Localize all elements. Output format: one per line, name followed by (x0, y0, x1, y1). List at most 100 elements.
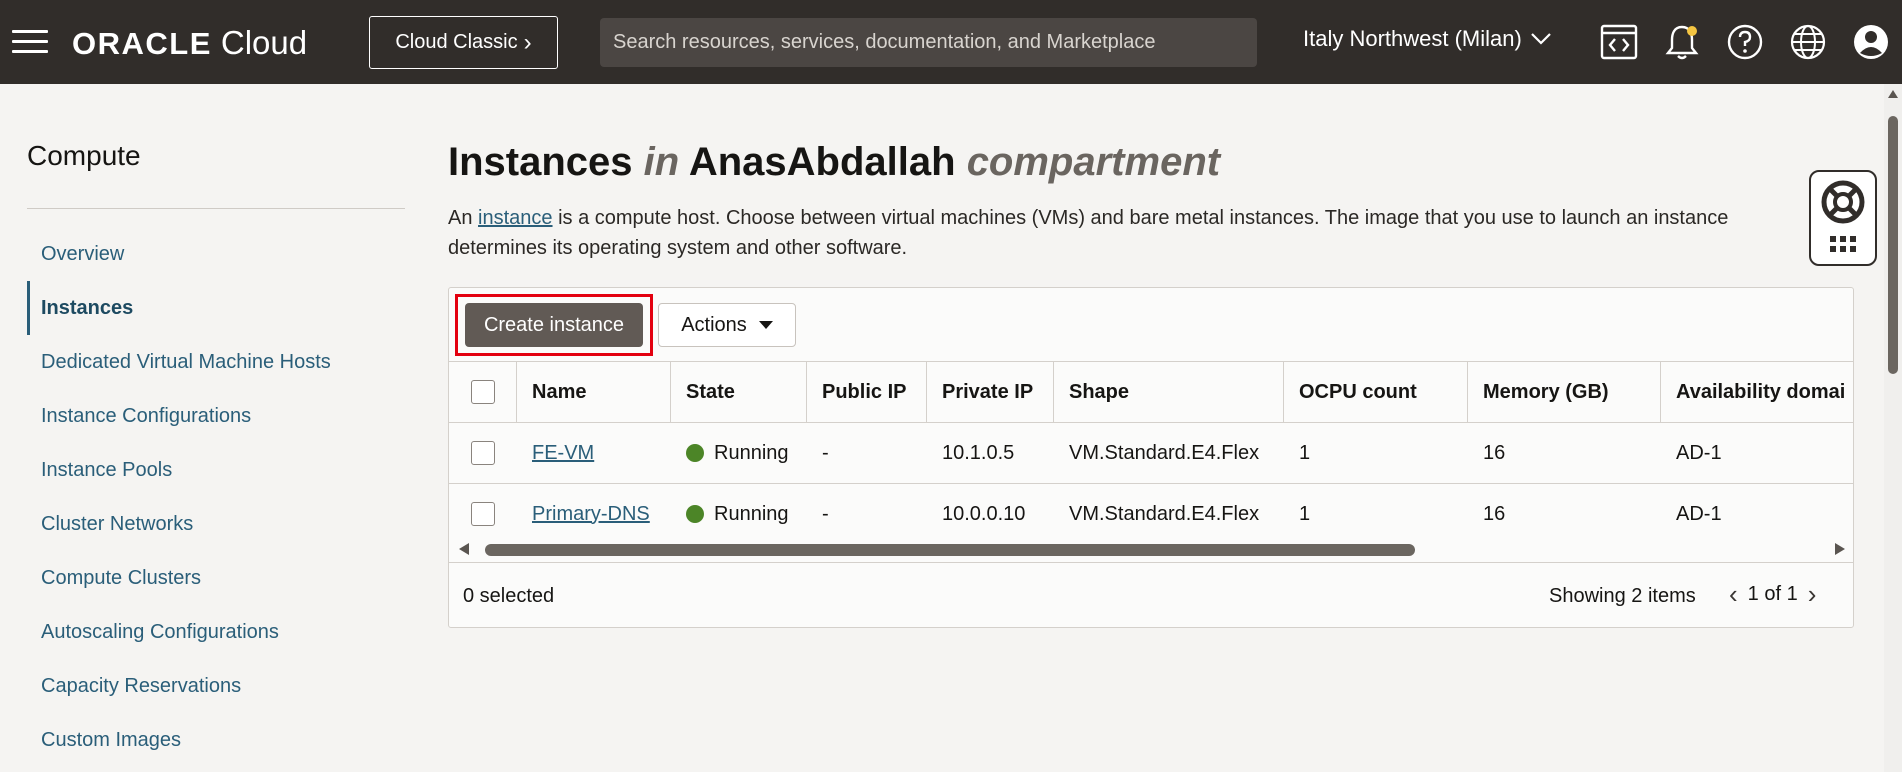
user-icon[interactable] (1851, 22, 1891, 62)
globe-icon[interactable] (1788, 22, 1828, 62)
region-label: Italy Northwest (Milan) (1303, 26, 1522, 51)
shape-cell: VM.Standard.E4.Flex (1069, 502, 1260, 525)
selected-count: 0 selected (463, 585, 555, 607)
caret-down-icon (758, 321, 773, 329)
top-navigation-bar: ORACLE Cloud Cloud Classic › Italy North… (0, 0, 1902, 84)
memory-cell: 16 (1483, 502, 1506, 525)
running-status-icon (686, 444, 704, 462)
scroll-up-arrow-icon[interactable] (1888, 90, 1898, 98)
column-header-availability-domain[interactable]: Availability domai (1661, 362, 1853, 422)
search-input[interactable] (600, 18, 1257, 67)
desc-before: An (448, 207, 479, 229)
chevron-down-icon (1531, 33, 1551, 45)
instance-state-cell: Running (671, 484, 807, 544)
table-toolbar: Create instance Actions (449, 288, 1853, 362)
create-instance-button[interactable]: Create instance (465, 303, 643, 347)
help-widget-button[interactable] (1809, 170, 1877, 266)
sidebar-item-instance-pools[interactable]: Instance Pools (27, 443, 405, 497)
actions-label: Actions (681, 313, 747, 336)
column-header-public-ip[interactable]: Public IP (807, 362, 927, 422)
column-header-memory[interactable]: Memory (GB) (1468, 362, 1661, 422)
ocpu-cell: 1 (1299, 502, 1311, 525)
instance-name-cell: FE-VM (517, 423, 671, 483)
instance-doc-link[interactable]: instance (478, 207, 553, 229)
table-row: FE-VM Running - 10.1.0.5 VM.Standard.E4.… (449, 423, 1853, 484)
developer-tools-icon[interactable] (1599, 22, 1639, 62)
table-footer: 0 selected Showing 2 items ‹ 1 of 1 › (449, 562, 1853, 627)
title-instances: Instances (448, 140, 633, 184)
sidebar-item-capacity-reservations[interactable]: Capacity Reservations (27, 659, 405, 713)
row-checkbox[interactable] (471, 441, 495, 465)
title-compartment-name: AnasAbdallah (688, 140, 956, 184)
sidebar-item-compute-clusters[interactable]: Compute Clusters (27, 551, 405, 605)
title-in: in (643, 140, 680, 184)
cloud-classic-button[interactable]: Cloud Classic › (369, 16, 558, 69)
header-select-all-cell (449, 362, 517, 422)
sidebar-item-instance-configurations[interactable]: Instance Configurations (27, 389, 405, 443)
hamburger-menu-icon[interactable] (12, 30, 48, 54)
sidebar-list: Overview Instances Dedicated Virtual Mac… (27, 227, 405, 767)
shape-cell: VM.Standard.E4.Flex (1069, 441, 1260, 464)
logo-oracle-text: ORACLE (72, 26, 212, 61)
cloud-classic-label: Cloud Classic (395, 31, 518, 53)
vertical-scroll-thumb[interactable] (1888, 116, 1898, 374)
row-checkbox-cell (449, 484, 517, 544)
help-icon[interactable] (1725, 22, 1765, 62)
ocpu-cell: 1 (1299, 441, 1311, 464)
chevron-right-icon: › (523, 28, 532, 56)
instances-table-panel: Create instance Actions Name State Publi… (448, 287, 1854, 628)
title-compartment-suffix: compartment (966, 140, 1221, 184)
private-ip-cell: 10.1.0.5 (942, 441, 1015, 464)
availability-domain-cell: AD-1 (1676, 441, 1722, 464)
page-vertical-scrollbar[interactable] (1884, 84, 1902, 772)
row-checkbox[interactable] (471, 502, 495, 526)
table-row: Primary-DNS Running - 10.0.0.10 VM.Stand… (449, 484, 1853, 545)
availability-domain-cell: AD-1 (1676, 502, 1722, 525)
column-header-shape[interactable]: Shape (1054, 362, 1284, 422)
table-header-row: Name State Public IP Private IP Shape OC… (449, 362, 1853, 423)
instances-table: Name State Public IP Private IP Shape OC… (449, 362, 1853, 545)
sidebar-item-overview[interactable]: Overview (27, 227, 405, 281)
public-ip-cell: - (822, 441, 829, 464)
region-selector[interactable]: Italy Northwest (Milan) (1303, 26, 1552, 52)
bell-icon[interactable] (1662, 22, 1702, 62)
horizontal-scroll-thumb[interactable] (485, 544, 1415, 556)
column-header-private-ip[interactable]: Private IP (927, 362, 1054, 422)
instance-state-cell: Running (671, 423, 807, 483)
instance-state-text: Running (714, 441, 789, 464)
column-header-name[interactable]: Name (517, 362, 671, 422)
page-indicator: 1 of 1 (1747, 582, 1798, 605)
sidebar-item-custom-images[interactable]: Custom Images (27, 713, 405, 767)
sidebar-title: Compute (27, 140, 405, 209)
scroll-right-arrow-icon[interactable] (1835, 543, 1845, 555)
public-ip-cell: - (822, 502, 829, 525)
row-checkbox-cell (449, 423, 517, 483)
desc-after: is a compute host. Choose between virtua… (448, 207, 1729, 259)
pagination: ‹ 1 of 1 › (1729, 581, 1816, 607)
previous-page-icon[interactable]: ‹ (1729, 581, 1738, 607)
page-title: Instances in AnasAbdallah compartment (448, 140, 1220, 185)
actions-dropdown-button[interactable]: Actions (658, 303, 796, 347)
next-page-icon[interactable]: › (1808, 581, 1817, 607)
showing-items-count: Showing 2 items (1549, 585, 1696, 607)
select-all-checkbox[interactable] (470, 380, 495, 404)
instance-name-cell: Primary-DNS (517, 484, 671, 544)
instance-state-text: Running (714, 502, 789, 525)
sidebar-item-dedicated-vm-hosts[interactable]: Dedicated Virtual Machine Hosts (27, 335, 405, 389)
column-header-state[interactable]: State (671, 362, 807, 422)
sidebar-item-instances[interactable]: Instances (27, 281, 405, 335)
page-description: An instance is a compute host. Choose be… (448, 203, 1808, 263)
scroll-left-arrow-icon[interactable] (459, 543, 469, 555)
table-horizontal-scrollbar[interactable] (449, 538, 1853, 562)
sidebar-item-autoscaling-configurations[interactable]: Autoscaling Configurations (27, 605, 405, 659)
column-header-ocpu-count[interactable]: OCPU count (1284, 362, 1468, 422)
instance-name-link[interactable]: Primary-DNS (532, 503, 650, 526)
sidebar-item-cluster-networks[interactable]: Cluster Networks (27, 497, 405, 551)
lifebuoy-icon (1821, 180, 1865, 252)
compute-sidebar: Compute Overview Instances Dedicated Vir… (27, 140, 405, 767)
memory-cell: 16 (1483, 441, 1506, 464)
oracle-cloud-logo[interactable]: ORACLE Cloud (72, 24, 307, 64)
instance-name-link[interactable]: FE-VM (532, 442, 594, 465)
running-status-icon (686, 505, 704, 523)
private-ip-cell: 10.0.0.10 (942, 502, 1026, 525)
